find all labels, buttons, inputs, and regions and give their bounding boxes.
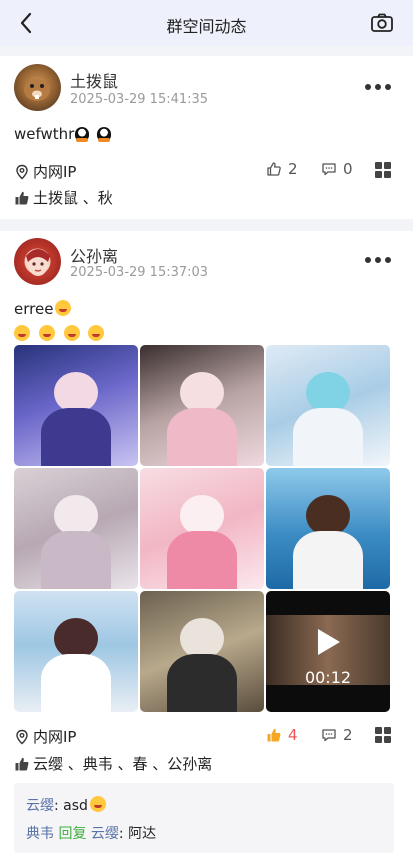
photo-thumbnail[interactable] — [266, 468, 390, 589]
post-location: 内网IP — [14, 726, 76, 747]
photo-grid: 00:12 — [14, 345, 390, 713]
comment-author[interactable]: 云缨 — [26, 798, 54, 814]
worried-emoji-icon — [63, 325, 80, 341]
like-count: 4 — [288, 726, 298, 744]
comment-line[interactable]: 典韦 回复 云缨: 阿达 — [26, 823, 156, 843]
thumbs-up-filled-icon — [15, 757, 29, 770]
more-options-icon[interactable] — [365, 81, 391, 93]
camera-icon[interactable] — [369, 10, 395, 36]
groundhog-avatar-image — [24, 79, 50, 101]
crying-emoji-icon — [38, 325, 55, 341]
play-icon[interactable] — [318, 629, 340, 655]
comments-box: 云缨: asd 典韦 回复 云缨: 阿达 — [14, 783, 394, 853]
liked-by-row: 云缨 、典韦 、春 、公孙离 — [14, 753, 212, 774]
comment-separator: : — [118, 826, 129, 842]
comment-text: asd — [63, 798, 88, 814]
grid-menu-icon[interactable] — [375, 727, 391, 743]
post-text: erree — [14, 300, 72, 318]
comment-button[interactable]: 0 — [321, 160, 353, 178]
photo-thumbnail[interactable] — [14, 468, 138, 589]
location-label: 内网IP — [33, 728, 77, 746]
post-text-content: wefwthr — [14, 125, 75, 143]
liked-by-names: 土拨鼠 、秋 — [33, 189, 113, 207]
top-nav-bar: 群空间动态 — [0, 0, 413, 46]
thinking-emoji-icon — [88, 325, 105, 341]
emoji-row — [14, 325, 105, 343]
photo-thumbnail[interactable] — [140, 591, 264, 712]
photo-thumbnail[interactable] — [140, 345, 264, 466]
divider — [0, 46, 413, 56]
more-options-icon[interactable] — [365, 254, 391, 266]
comment-bubble-icon — [322, 163, 336, 176]
penguin-emoji-icon — [75, 127, 90, 142]
comment-line[interactable]: 云缨: asd — [26, 795, 106, 815]
like-button[interactable]: 4 — [266, 726, 298, 744]
video-thumbnail[interactable]: 00:12 — [266, 591, 390, 712]
post-text: wefwthr — [14, 125, 112, 143]
reply-target[interactable]: 云缨 — [91, 826, 119, 842]
liked-by-names: 云缨 、典韦 、春 、公孙离 — [33, 755, 213, 773]
photo-thumbnail[interactable] — [14, 345, 138, 466]
heart-eyes-emoji-icon — [14, 325, 30, 341]
comment-text: 阿达 — [128, 826, 157, 842]
reply-label: 回复 — [58, 826, 87, 842]
comment-button[interactable]: 2 — [321, 726, 353, 744]
photo-thumbnail[interactable] — [266, 345, 390, 466]
post-author-name[interactable]: 土拨鼠 — [70, 68, 118, 92]
character-avatar-image — [26, 249, 50, 276]
post-text-content: erree — [14, 300, 54, 318]
location-pin-icon — [16, 729, 28, 744]
penguin-emoji-icon — [97, 127, 112, 142]
heart-eyes-emoji-icon — [55, 300, 72, 316]
thumbs-up-filled-icon — [15, 191, 29, 204]
comment-count: 0 — [343, 160, 353, 178]
photo-thumbnail[interactable] — [14, 591, 138, 712]
like-count: 2 — [288, 160, 298, 178]
page-title: 群空间动态 — [166, 17, 247, 36]
thumbs-up-filled-icon — [267, 728, 281, 742]
video-duration: 00:12 — [304, 668, 352, 687]
feed-post: 土拨鼠 2025-03-29 15:41:35 wefwthr 内网IP 2 0… — [0, 56, 413, 219]
post-location: 内网IP — [14, 161, 76, 182]
grid-menu-icon[interactable] — [375, 162, 391, 178]
like-button[interactable]: 2 — [266, 160, 298, 178]
avatar[interactable] — [14, 238, 61, 285]
post-timestamp: 2025-03-29 15:41:35 — [70, 92, 209, 107]
comment-bubble-icon — [322, 729, 336, 742]
divider — [0, 219, 413, 231]
location-pin-icon — [16, 164, 28, 179]
comment-author[interactable]: 典韦 — [26, 826, 54, 842]
comment-separator: : — [54, 798, 64, 814]
post-timestamp: 2025-03-29 15:37:03 — [70, 265, 209, 280]
location-label: 内网IP — [33, 163, 77, 181]
avatar[interactable] — [14, 64, 61, 111]
post-author-name[interactable]: 公孙离 — [70, 243, 118, 267]
thumbs-up-outline-icon — [267, 162, 281, 176]
comment-count: 2 — [343, 726, 353, 744]
grinning-emoji-icon — [89, 796, 106, 812]
liked-by-row: 土拨鼠 、秋 — [14, 187, 113, 208]
photo-thumbnail[interactable] — [140, 468, 264, 589]
